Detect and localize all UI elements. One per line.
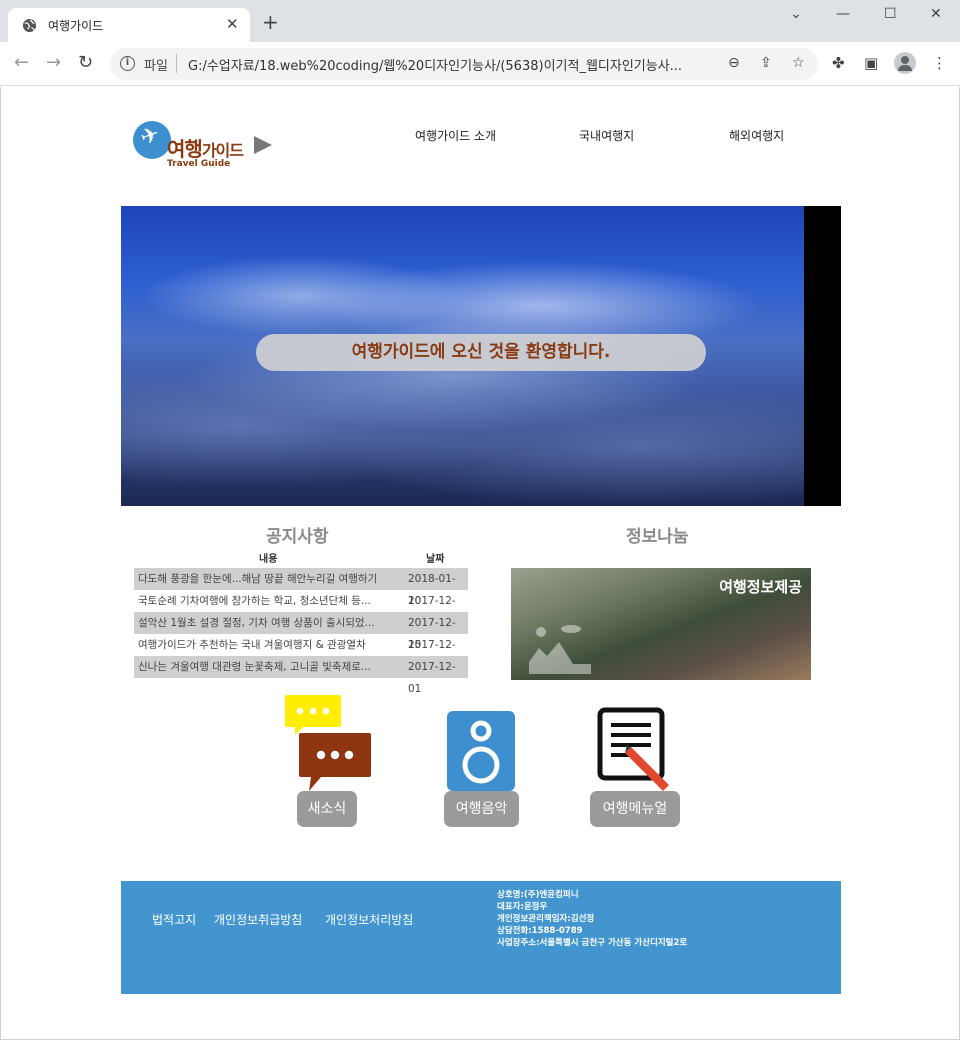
extensions-icon[interactable]: ✤ [832,54,845,72]
bookmark-star-icon[interactable]: ☆ [792,55,805,71]
profile-avatar[interactable] [894,52,916,74]
notice-title: 공지사항 [266,527,329,547]
hero-slider: 여행가이드에 오신 것을 환영합니다. [121,206,841,506]
notice-row[interactable]: 여행가이드가 추천하는 국내 겨울여행지 & 관광열차 2017-12-07 [134,634,468,673]
company-name: 상호명:(주)엔윤컴퍼니 [497,890,579,900]
page: ✈ 여행가이드 Travel Guide 여행가이드 소개 국내여행지 해외여행… [0,87,960,1040]
notice-col-content: 내용 [259,554,278,565]
globe-icon [22,18,37,33]
close-window-icon[interactable]: ✕ [930,6,942,22]
music-button[interactable]: 여행음악 [444,791,519,827]
info-icon[interactable]: i [120,56,135,71]
menu-icon[interactable]: ⋮ [932,54,947,72]
close-tab-icon[interactable]: ✕ [226,15,239,33]
logo-text-main: 여행 [167,137,203,161]
notice-col-date: 날짜 [426,554,445,565]
notice-row[interactable]: 설악산 1월초 설경 절정, 기차 여행 상품이 출시되었... 2017-12… [134,612,468,651]
maximize-icon[interactable]: ☐ [884,6,897,22]
site-logo[interactable]: ✈ 여행가이드 Travel Guide [133,117,278,173]
nav-item-domestic[interactable]: 국내여행지 [579,127,634,144]
footer-link-privacy-handling[interactable]: 개인정보취급방침 [214,911,302,928]
zoom-icon[interactable]: ⊖ [728,55,740,71]
logo-text-small: 가이드 [201,141,244,160]
news-button[interactable]: 새소식 [297,791,357,827]
address: 사업장주소:서울특별시 금천구 가산동 가산디지털2로 [497,938,688,948]
browser-tab[interactable]: 여행가이드 ✕ [8,8,250,42]
notice-row-date: 2017-12-01 [408,661,456,695]
notice-row-title[interactable]: 다도해 풍광을 한눈에...해남 땅끝 해안누리길 여행하기 [138,568,404,590]
gallery-title: 정보나눔 [626,527,689,547]
tab-title: 여행가이드 [48,19,104,33]
footer-link-privacy-processing[interactable]: 개인정보처리방침 [325,911,413,928]
gallery-image-label: 여행정보제공 [719,578,802,596]
tab-search-icon[interactable]: ⌄ [790,6,802,22]
footer-link-legal[interactable]: 법적고지 [152,911,196,928]
share-icon[interactable]: ⇪ [760,55,772,71]
footer: 법적고지 개인정보취급방침 개인정보처리방침 상호명:(주)엔윤컴퍼니 대표자:… [121,881,841,994]
notice-row-title[interactable]: 여행가이드가 추천하는 국내 겨울여행지 & 관광열차 [138,634,404,656]
back-icon[interactable]: ← [14,53,29,73]
divider [176,54,177,73]
gallery-image[interactable]: 여행정보제공 [511,568,811,680]
footer-company-info: 상호명:(주)엔윤컴퍼니 대표자:윤정우 개인정보관리책임자:김선정 상담전화:… [497,889,687,949]
news-icon[interactable] [283,693,375,793]
ceo-name: 대표자:윤정우 [497,902,548,912]
forward-icon[interactable]: → [46,53,61,73]
notice-row-title[interactable]: 신나는 겨울여행 대관령 눈꽃축제, 고니골 빛축제로... [138,656,404,678]
browser-toolbar: ← → ↻ i 파일 G:/수업자료/18.web%20coding/웹%20디… [0,42,960,86]
manual-document-icon[interactable] [597,707,677,793]
notice-row[interactable]: 국토순례 기차여행에 참가하는 학교, 청소년단체 등... 2017-12-2… [134,590,468,629]
notice-row-title[interactable]: 국토순례 기차여행에 참가하는 학교, 청소년단체 등... [138,590,404,612]
url-text[interactable]: G:/수업자료/18.web%20coding/웹%20디자인기능사/(5638… [188,55,718,74]
scheme-label: 파일 [144,59,168,74]
minimize-icon[interactable]: — [836,6,850,22]
side-panel-icon[interactable]: ▣ [864,54,878,72]
nav-item-overseas[interactable]: 해외여행지 [729,127,784,144]
address-bar[interactable]: i 파일 G:/수업자료/18.web%20coding/웹%20디자인기능사/… [110,48,818,80]
notice-row-title[interactable]: 설악산 1월초 설경 절정, 기차 여행 상품이 출시되었... [138,612,404,634]
logo-text: 여행가이드 [167,133,244,162]
notice-row[interactable]: 다도해 풍광을 한눈에...해남 땅끝 해안누리길 여행하기 2018-01-1… [134,568,468,607]
manual-button[interactable]: 여행메뉴얼 [590,791,680,827]
music-speaker-icon[interactable] [447,711,515,791]
hero-banner: 여행가이드에 오신 것을 환영합니다. [256,334,706,371]
logo-arrow-icon [254,136,272,154]
new-tab-icon[interactable]: + [262,12,279,32]
nav-item-intro[interactable]: 여행가이드 소개 [415,127,496,144]
tab-strip: 여행가이드 ✕ + ⌄ — ☐ ✕ [0,0,960,42]
privacy-officer: 개인정보관리책임자:김선정 [497,914,595,924]
reload-icon[interactable]: ↻ [78,53,93,73]
image-placeholder-icon [529,625,591,674]
logo-subtitle: Travel Guide [167,159,231,169]
notice-row[interactable]: 신나는 겨울여행 대관령 눈꽃축제, 고니골 빛축제로... 2017-12-0… [134,656,468,695]
phone: 상담전화:1588-0789 [497,926,583,936]
